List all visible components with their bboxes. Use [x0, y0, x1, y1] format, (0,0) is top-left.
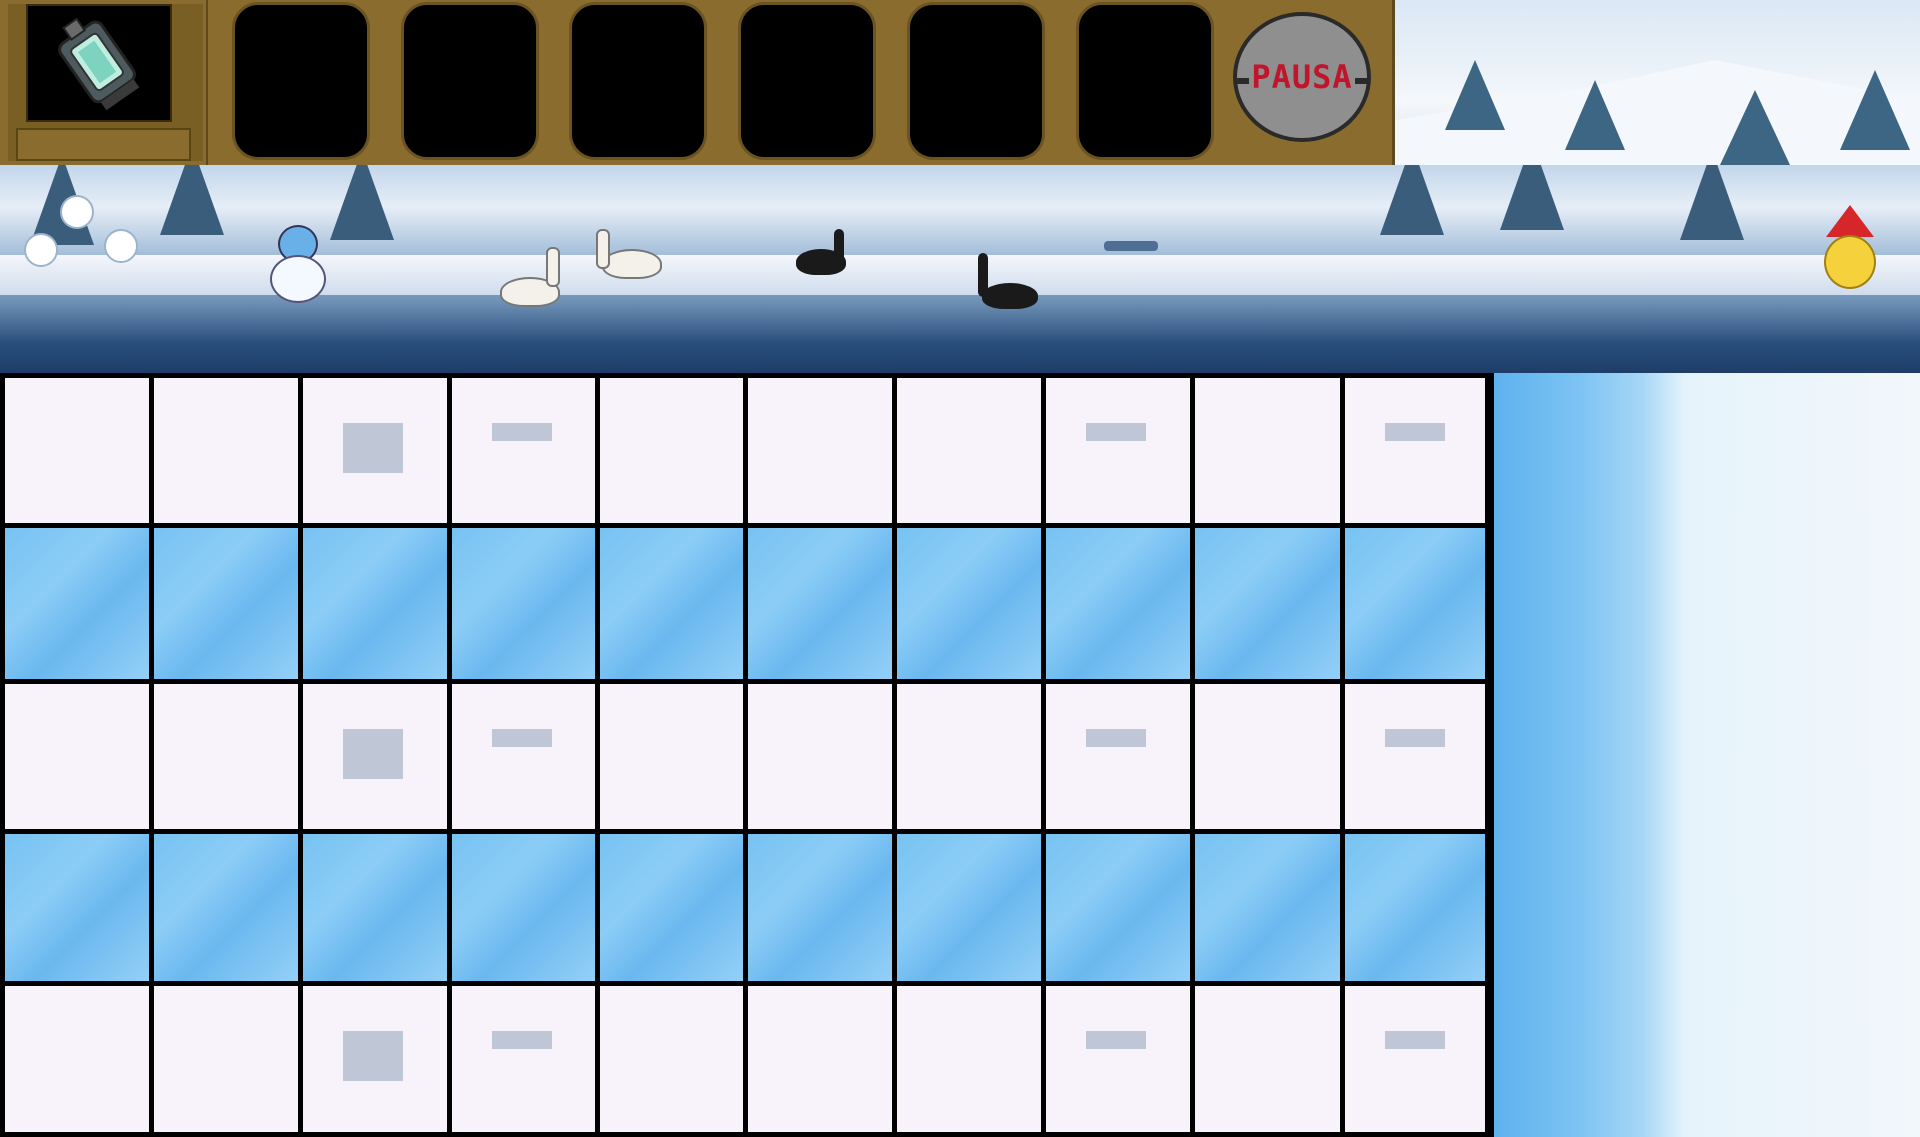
pine-tree [160, 165, 224, 235]
snow-rock-decoration [492, 729, 552, 747]
board-cell-r5-c7[interactable] [897, 986, 1041, 1132]
white-swan [592, 229, 662, 279]
board-cell-r3-c2[interactable] [154, 684, 298, 829]
board-cell-r3-c8[interactable] [1046, 684, 1190, 829]
lake-scene [0, 165, 1920, 375]
board-cell-r4-c3[interactable] [303, 834, 447, 981]
board-cell-r1-c8[interactable] [1046, 378, 1190, 523]
white-swan [500, 247, 570, 307]
board-cell-r2-c7[interactable] [897, 528, 1041, 679]
snow-rock-decoration [1086, 423, 1146, 441]
board-cell-r4-c4[interactable] [452, 834, 595, 981]
snow-rock-decoration [1385, 729, 1445, 747]
pine-tree [330, 165, 394, 240]
board-cell-r5-c6[interactable] [748, 986, 892, 1132]
board-cell-r2-c9[interactable] [1195, 528, 1340, 679]
snow-rock-decoration [1086, 729, 1146, 747]
board-cell-r1-c9[interactable] [1195, 378, 1340, 523]
board-cell-r5-c10[interactable] [1345, 986, 1485, 1132]
board-cell-r5-c5[interactable] [600, 986, 743, 1132]
board-cell-r2-c5[interactable] [600, 528, 743, 679]
seed-slot-6[interactable] [1076, 2, 1214, 160]
game-board [0, 373, 1494, 1137]
lantern-tower-icon [26, 4, 172, 122]
board-cell-r1-c10[interactable] [1345, 378, 1485, 523]
board-cell-r4-c8[interactable] [1046, 834, 1190, 981]
pine-tree [1500, 165, 1564, 230]
snow-rock-decoration [343, 729, 403, 779]
board-cell-r3-c6[interactable] [748, 684, 892, 829]
board-cell-r1-c6[interactable] [748, 378, 892, 523]
board-cell-r5-c9[interactable] [1195, 986, 1340, 1132]
pine-tree [1680, 165, 1744, 240]
snow-ghost [104, 229, 138, 263]
board-cell-r4-c1[interactable] [5, 834, 149, 981]
board-cell-r1-c4[interactable] [452, 378, 595, 523]
board-cell-r2-c4[interactable] [452, 528, 595, 679]
snow-rock-decoration [1385, 423, 1445, 441]
board-cell-r1-c2[interactable] [154, 378, 298, 523]
board-cell-r2-c3[interactable] [303, 528, 447, 679]
board-cell-r2-c6[interactable] [748, 528, 892, 679]
snow-rock-decoration [492, 1031, 552, 1049]
board-cell-r3-c9[interactable] [1195, 684, 1340, 829]
board-cell-r2-c2[interactable] [154, 528, 298, 679]
ice-edge [1494, 373, 1920, 1137]
seed-slot-2[interactable] [401, 2, 539, 160]
snowy-hills-background [1395, 0, 1920, 170]
board-cell-r4-c10[interactable] [1345, 834, 1485, 981]
snow-rock-decoration [1385, 1031, 1445, 1049]
snow-ghost [60, 195, 94, 229]
snow-rock-decoration [492, 423, 552, 441]
board-cell-r1-c5[interactable] [600, 378, 743, 523]
board-cell-r4-c9[interactable] [1195, 834, 1340, 981]
snow-rock-decoration [343, 423, 403, 473]
snow-ghost [24, 233, 58, 267]
board-cell-r4-c5[interactable] [600, 834, 743, 981]
board-cell-r4-c6[interactable] [748, 834, 892, 981]
hud-divider [206, 0, 208, 165]
boat [1104, 241, 1158, 251]
black-swan [972, 253, 1048, 313]
board-cell-r3-c7[interactable] [897, 684, 1041, 829]
pause-label: PAUSA [1249, 58, 1355, 96]
board-cell-r4-c7[interactable] [897, 834, 1041, 981]
board-cell-r5-c2[interactable] [154, 986, 298, 1132]
board-cell-r5-c4[interactable] [452, 986, 595, 1132]
selected-card[interactable] [8, 4, 203, 161]
board-cell-r5-c1[interactable] [5, 986, 149, 1132]
pause-button[interactable]: PAUSA [1233, 12, 1371, 142]
pine-tree [1380, 165, 1444, 235]
snow-rock-decoration [1086, 1031, 1146, 1049]
board-cell-r1-c1[interactable] [5, 378, 149, 523]
board-cell-r5-c8[interactable] [1046, 986, 1190, 1132]
board-cell-r2-c10[interactable] [1345, 528, 1485, 679]
snow-rock-decoration [343, 1031, 403, 1081]
black-swan [796, 229, 856, 275]
board-cell-r2-c1[interactable] [5, 528, 149, 679]
seed-slot-1[interactable] [232, 2, 370, 160]
seed-slot-5[interactable] [907, 2, 1045, 160]
board-cell-r3-c10[interactable] [1345, 684, 1485, 829]
seed-slot-4[interactable] [738, 2, 876, 160]
seed-slot-3[interactable] [569, 2, 707, 160]
board-cell-r3-c1[interactable] [5, 684, 149, 829]
snowman-zombie [262, 221, 332, 305]
santa-duck [1820, 205, 1880, 295]
board-cell-r3-c4[interactable] [452, 684, 595, 829]
board-cell-r4-c2[interactable] [154, 834, 298, 981]
board-cell-r2-c8[interactable] [1046, 528, 1190, 679]
seed-bar: PAUSA [0, 0, 1395, 165]
card-counter [16, 128, 191, 161]
board-cell-r1-c7[interactable] [897, 378, 1041, 523]
board-cell-r3-c5[interactable] [600, 684, 743, 829]
